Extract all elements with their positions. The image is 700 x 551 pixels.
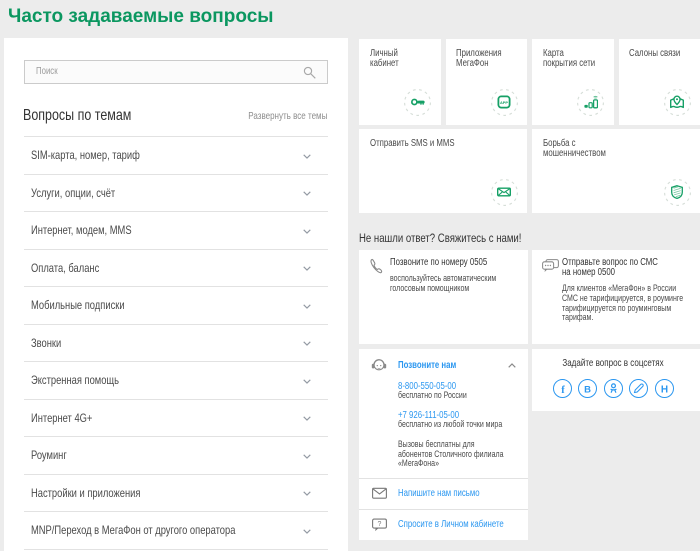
svg-text:В: В	[584, 384, 591, 395]
svg-text:?: ?	[377, 521, 381, 528]
svg-text:Н: Н	[660, 384, 667, 395]
svg-text:f: f	[561, 385, 565, 396]
svg-text:APP: APP	[500, 100, 508, 105]
